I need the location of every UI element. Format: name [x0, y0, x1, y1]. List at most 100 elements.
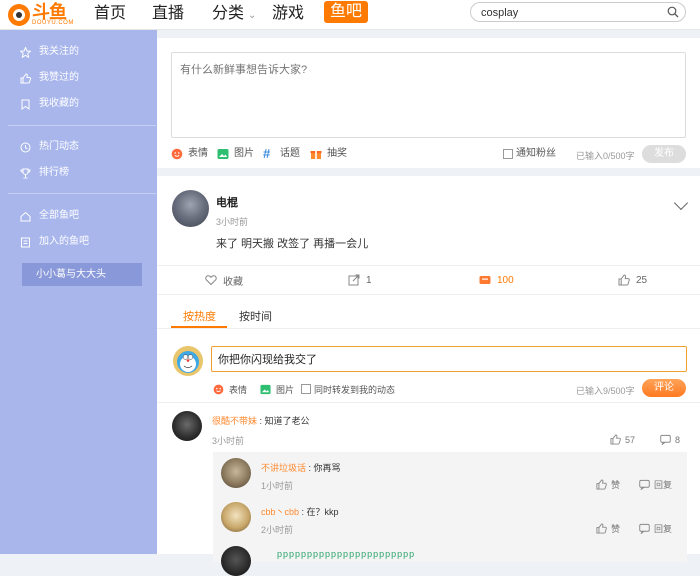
divider [157, 294, 700, 295]
share-button[interactable]: 1 [348, 272, 372, 288]
nav-games[interactable]: 游戏 [272, 4, 304, 24]
emoji-label: 表情 [188, 148, 208, 159]
image-button[interactable]: 图片 [217, 147, 254, 161]
sidebar-item-label: 我收藏的 [39, 98, 79, 109]
sidebar-item-liked[interactable]: 我赞过的 [20, 70, 79, 86]
sidebar-divider [8, 193, 156, 194]
sub-reply-reply-button[interactable]: 回复 [639, 478, 672, 491]
sub-reply-time: 1小时前 [261, 481, 294, 491]
sidebar-item-ranking[interactable]: 排行榜 [20, 165, 69, 181]
char-count: 已输入0/500字 [576, 151, 635, 161]
emoji-button[interactable]: 表情 [171, 147, 208, 161]
heart-icon [205, 275, 217, 286]
reply-image-button[interactable]: 图片 [260, 382, 294, 396]
tab-hot[interactable]: 按热度 [183, 308, 216, 324]
nav-live[interactable]: 直播 [152, 4, 184, 24]
lottery-button[interactable]: 抽奖 [310, 147, 347, 161]
publish-button[interactable]: 发布 [642, 145, 686, 163]
chevron-down-icon[interactable] [673, 195, 689, 211]
avatar[interactable] [172, 190, 209, 227]
clock-icon [20, 142, 31, 152]
sidebar-item-label: 我赞过的 [39, 72, 79, 83]
nav-category-label: 分类 [212, 5, 245, 22]
sub-reply-author-name[interactable]: 不讲垃圾话 [261, 463, 306, 473]
thumb-up-icon [596, 523, 607, 534]
nav-home[interactable]: 首页 [94, 4, 126, 24]
checkbox-icon [301, 384, 311, 394]
sidebar-item-label: 热门动态 [39, 141, 79, 152]
hashtag-icon: # [263, 146, 271, 161]
sub-reply-author-name[interactable]: cbb丶cbb [261, 507, 299, 517]
sidebar-item-label: 加入的鱼吧 [39, 236, 89, 247]
douyu-logo[interactable]: 斗鱼 DOUYU.COM [8, 2, 80, 28]
collect-button[interactable]: 收藏 [205, 272, 243, 288]
logo-subtext: DOUYU.COM [32, 20, 74, 26]
notify-fans-label: 通知粉丝 [516, 148, 556, 159]
search-input[interactable] [481, 6, 651, 20]
comment-author: 很酷不带妹 : 知道了老公 [212, 416, 310, 426]
notify-fans-checkbox[interactable]: 通知粉丝 [503, 147, 556, 161]
post-username[interactable]: 电棍 [216, 194, 238, 210]
sub-reply-like-button[interactable]: 赞 [596, 522, 620, 535]
comment-icon [660, 434, 671, 445]
gift-count: 100 [497, 274, 514, 286]
checkbox-icon [503, 149, 513, 159]
sidebar-item-joined-yuba[interactable]: 加入的鱼吧 [20, 234, 89, 250]
sidebar-item-favorites[interactable]: 我收藏的 [20, 96, 79, 112]
sidebar-item-all-yuba[interactable]: 全部鱼吧 [20, 208, 79, 224]
comment-avatar[interactable] [172, 411, 202, 441]
bookmark-icon [21, 99, 30, 110]
sub-reply-time: 2小时前 [261, 525, 294, 535]
sub-reply-avatar[interactable] [221, 458, 251, 488]
image-label: 图片 [276, 384, 295, 395]
share-icon [348, 274, 360, 286]
nav-category[interactable]: 分类 ⌄ [212, 4, 256, 26]
sub-reply-partial-text: ppppppppppppppppppppppp [277, 549, 416, 559]
doraemon-avatar-icon [177, 351, 199, 373]
sub-reply-avatar[interactable] [221, 502, 251, 532]
tab-time[interactable]: 按时间 [239, 308, 272, 324]
compose-textarea[interactable] [171, 52, 686, 138]
like-count: 25 [636, 274, 648, 286]
gift-button[interactable]: 100 [479, 272, 514, 288]
topic-button[interactable]: # 话题 [263, 147, 300, 161]
sub-reply-reply-button[interactable]: 回复 [639, 522, 672, 535]
nav-yuba[interactable]: 鱼吧 [324, 1, 368, 23]
sub-reply-text: 在？kkp [306, 507, 339, 517]
image-label: 图片 [234, 148, 254, 159]
sub-reply-avatar[interactable] [221, 546, 251, 576]
sidebar-item-label: 我关注的 [39, 46, 79, 57]
comment-icon [639, 523, 650, 534]
thumb-up-icon [610, 434, 621, 445]
topic-label: 话题 [280, 148, 300, 159]
sub-reply-like-button[interactable]: 赞 [596, 478, 620, 491]
sidebar-subitem-yuba[interactable]: 小小葛与大大头 [22, 263, 142, 286]
lottery-label: 抽奖 [327, 148, 347, 159]
fish-logo-icon [8, 4, 30, 26]
divider [157, 402, 700, 403]
comment-like-button[interactable]: 57 [610, 434, 635, 445]
post-card: 电棍 3小时前 来了 明天搬 改签了 再播一会儿 收藏 1 100 25 按热度… [157, 176, 700, 576]
star-icon [20, 46, 31, 58]
emoji-icon [213, 384, 224, 394]
chevron-down-icon: ⌄ [248, 10, 257, 21]
logo-text: 斗鱼 [32, 2, 67, 22]
emoji-label: 表情 [229, 384, 248, 395]
sidebar-item-following[interactable]: 我关注的 [20, 44, 79, 60]
search-icon[interactable] [667, 6, 679, 18]
forward-checkbox[interactable]: 同时转发到我的动态 [301, 382, 395, 396]
like-button[interactable]: 25 [618, 272, 647, 288]
home-icon [20, 211, 31, 221]
sub-reply-like-label: 赞 [611, 480, 621, 490]
sidebar-item-hot[interactable]: 热门动态 [20, 139, 79, 155]
comment-reply-count: 8 [675, 434, 681, 445]
image-icon [260, 384, 271, 394]
sub-reply-like-label: 赞 [611, 524, 621, 534]
comment-reply-button[interactable]: 8 [660, 434, 680, 445]
comment-button[interactable]: 评论 [642, 379, 686, 397]
gift-icon [310, 151, 322, 159]
comment-author-name[interactable]: 很酷不带妹 [212, 416, 257, 426]
reply-emoji-button[interactable]: 表情 [213, 382, 247, 396]
search-box [470, 2, 686, 22]
reply-input[interactable] [211, 346, 687, 372]
